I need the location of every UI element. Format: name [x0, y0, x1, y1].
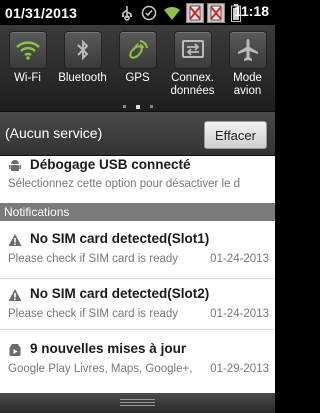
notification-text: Please check if SIM card is ready [8, 253, 179, 265]
status-date: 01/31/2013 [5, 4, 78, 21]
page-dot [122, 105, 126, 108]
warning-icon [8, 289, 22, 301]
ongoing-title: Débogage USB connecté [30, 157, 191, 172]
airplane-mode-toggle-label: Mode avion [233, 72, 262, 97]
data-connection-toggle-label: Connex. données [170, 72, 215, 97]
grip-icon [120, 399, 155, 408]
notification-date: 01-24-2013 [210, 308, 269, 320]
status-icons [120, 0, 241, 25]
notification-item[interactable]: No SIM card detected(Slot2) Please check… [0, 279, 275, 329]
carrier-row: (Aucun service) Effacer [0, 111, 275, 156]
notification-item[interactable]: 9 nouvelles mises à jour Google Play Liv… [0, 330, 275, 380]
wifi-toggle[interactable]: Wi-Fi [0, 25, 55, 103]
carrier-status: (Aucun service) [5, 125, 103, 141]
gps-toggle-label: GPS [125, 72, 150, 84]
notification-title: No SIM card detected(Slot1) [30, 231, 210, 246]
no-sim-slot1-icon [186, 2, 204, 23]
notifications-section-header: Notifications [0, 203, 275, 221]
no-sim-slot2-icon [207, 2, 225, 23]
bluetooth-icon [76, 39, 88, 61]
page-dot-active [135, 104, 140, 109]
gps-toggle[interactable]: GPS [110, 25, 165, 103]
airplane-mode-toggle[interactable]: Mode avion [220, 25, 275, 103]
ongoing-text: Sélectionnez cette option pour désactive… [8, 178, 241, 190]
data-connection-toggle[interactable]: Connex. données [165, 25, 220, 103]
ongoing-usb-debug[interactable]: Débogage USB connecté Sélectionnez cette… [0, 156, 275, 203]
page-dot [149, 105, 153, 108]
data-connection-icon [181, 40, 204, 58]
wifi-toggle-label: Wi-Fi [14, 72, 41, 84]
status-time: 11:18 [233, 3, 269, 19]
airplane-icon [237, 39, 258, 61]
wifi-signal-icon [164, 6, 180, 20]
notifications-header-label: Notifications [4, 205, 70, 219]
android-debug-icon [9, 160, 21, 171]
notification-date: 01-29-2013 [210, 363, 269, 375]
notification-text: Google Play Livres, Maps, Google+, [8, 363, 193, 375]
status-bar: 01/31/2013 11:18 [0, 0, 275, 25]
notification-item[interactable]: No SIM card detected(Slot1) Please check… [0, 221, 275, 278]
notification-date: 01-24-2013 [210, 253, 269, 265]
warning-icon [8, 234, 22, 246]
play-store-icon [9, 344, 21, 356]
notification-title: 9 nouvelles mises à jour [30, 341, 187, 356]
clear-notifications-button[interactable]: Effacer [204, 121, 267, 149]
checkmark-circle-icon [141, 5, 157, 20]
usb-icon [122, 5, 133, 21]
panel-drag-handle[interactable] [0, 393, 275, 413]
bluetooth-toggle[interactable]: Bluetooth [55, 25, 110, 103]
wifi-icon [15, 41, 40, 60]
notification-panel: Débogage USB connecté Sélectionnez cette… [0, 156, 275, 393]
bluetooth-toggle-label: Bluetooth [58, 72, 107, 84]
notification-title: No SIM card detected(Slot2) [30, 286, 210, 301]
gps-icon [128, 40, 148, 59]
notification-text: Please check if SIM card is ready [8, 308, 179, 320]
